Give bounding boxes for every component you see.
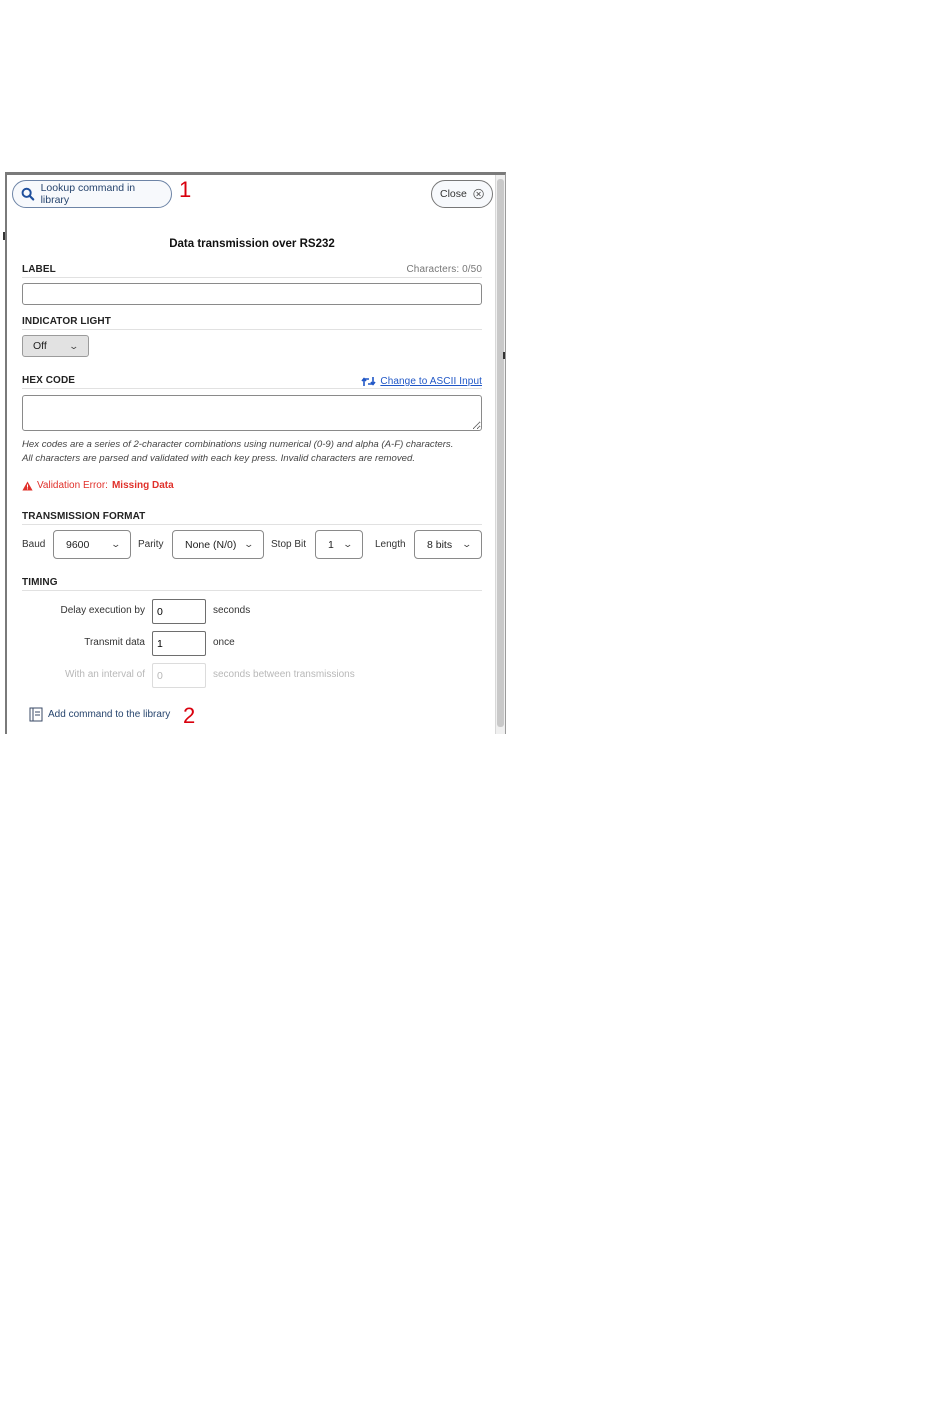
hex-hint-line-2: All characters are parsed and validated … [22,453,416,464]
close-label: Close [440,188,467,200]
length-label: Length [375,539,406,550]
chevron-down-icon: ⌄ [243,539,255,549]
chevron-down-icon: ⌄ [342,539,354,549]
change-to-ascii-link[interactable]: Change to ASCII Input [361,376,482,387]
chevron-down-icon: ⌄ [68,340,80,351]
hex-heading: HEX CODE [22,375,76,386]
dialog-title: Data transmission over RS232 [169,238,335,250]
format-heading: TRANSMISSION FORMAT [22,511,146,522]
delay-input[interactable] [152,599,206,624]
warning-icon [22,481,33,490]
error-detail: Missing Data [111,480,174,491]
baud-value: 9600 [66,538,90,551]
transmit-input[interactable] [152,631,206,656]
background-edge-mark [3,232,5,240]
lookup-library-label: Lookup command in library [40,182,136,206]
background-edge-mark [503,352,505,359]
add-to-library-label: Add command to the library [48,709,171,720]
delay-label: Delay execution by [60,605,146,616]
stop-bit-value: 1 [328,538,334,551]
annotation-1: 1 [179,177,192,202]
baud-select[interactable]: 9600 ⌄ [53,530,131,559]
transmit-label: Transmit data [84,637,145,648]
length-select[interactable]: 8 bits ⌄ [414,530,482,559]
interval-input[interactable] [152,663,206,688]
length-value: 8 bits [427,538,453,551]
library-book-icon [29,707,43,722]
parity-value: None (N/0) [185,538,237,551]
delay-unit: seconds [213,605,251,616]
error-prefix: Validation Error: [37,480,108,491]
label-section-heading: LABEL Characters: 0/50 [22,264,482,278]
stop-bit-label: Stop Bit [271,539,307,550]
validation-error: Validation Error: Missing Data [22,480,174,491]
interval-label: With an interval of [64,669,145,680]
parity-select[interactable]: None (N/0) ⌄ [172,530,264,559]
chevron-down-icon: ⌄ [461,539,473,549]
lookup-library-button[interactable]: Lookup command in library [12,180,172,208]
hex-hint-line-1: Hex codes are a series of 2-character co… [22,439,454,450]
hex-hint: Hex codes are a series of 2-character co… [22,438,492,466]
indicator-section-heading: INDICATOR LIGHT [22,316,482,330]
hex-code-textarea[interactable] [22,395,482,431]
interval-unit: seconds between transmissions [213,669,355,680]
parity-label: Parity [138,539,164,550]
close-button[interactable]: Close [431,180,493,208]
scrollbar-thumb[interactable] [497,179,504,727]
stop-bit-select[interactable]: 1 ⌄ [315,530,363,559]
baud-label: Baud [22,539,46,550]
timing-heading: TIMING [22,577,58,588]
command-dialog: Lookup command in library 1 Close Data t… [5,172,506,734]
dialog-scrollbar[interactable] [495,175,505,734]
indicator-value: Off [33,340,47,352]
chevron-down-icon: ⌄ [110,539,122,549]
search-icon [21,187,35,201]
annotation-2: 2 [183,703,196,728]
add-to-library-button[interactable]: Add command to the library [29,707,170,722]
character-count: Characters: 0/50 [406,264,482,275]
format-section-heading: TRANSMISSION FORMAT [22,511,482,525]
timing-section-heading: TIMING [22,577,482,591]
label-input[interactable] [22,283,482,305]
change-to-ascii-label: Change to ASCII Input [380,376,482,387]
indicator-light-select[interactable]: Off ⌄ [22,335,89,357]
close-icon [473,188,484,200]
hex-section-heading: HEX CODE Change to ASCII Input [22,375,482,389]
label-heading: LABEL [22,264,56,275]
swap-arrows-icon [361,377,376,386]
indicator-heading: INDICATOR LIGHT [22,316,111,327]
transmit-unit: once [213,637,235,648]
